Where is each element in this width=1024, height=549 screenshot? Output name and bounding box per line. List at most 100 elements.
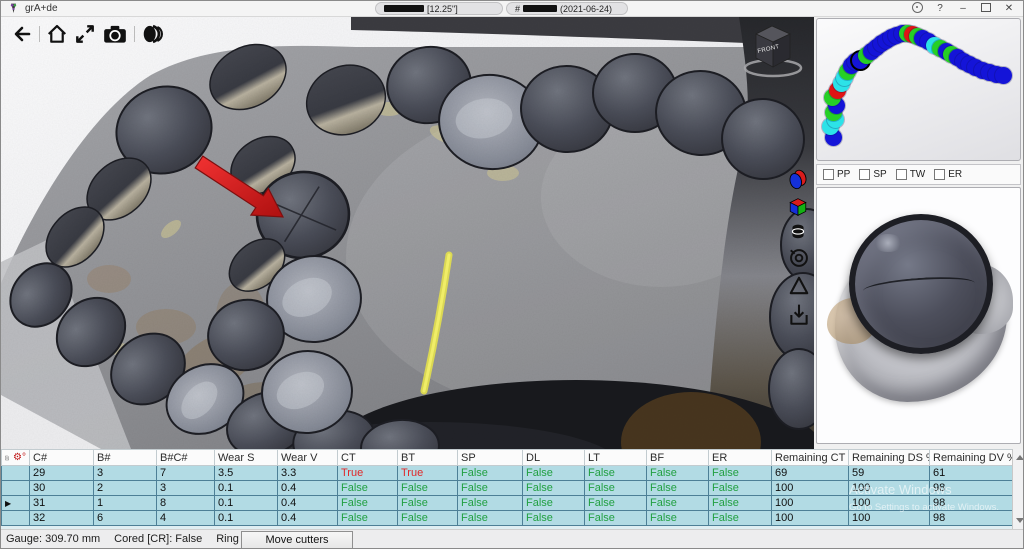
home-icon[interactable] (46, 23, 68, 45)
table-cell[interactable]: 0.1 (215, 481, 278, 496)
about-button[interactable] (911, 2, 923, 16)
table-cell[interactable]: 3 (94, 466, 157, 481)
table-cell[interactable]: 100 (849, 496, 930, 511)
table-cell[interactable]: 100 (849, 481, 930, 496)
table-cell[interactable]: False (647, 496, 709, 511)
row-marker[interactable] (2, 511, 30, 526)
table-cell[interactable]: False (458, 496, 523, 511)
document-tab-bit[interactable]: [12.25"] (375, 2, 503, 15)
report-icon[interactable] (5, 452, 9, 464)
table-cell[interactable]: 98 (930, 511, 1013, 526)
back-icon[interactable] (11, 24, 33, 44)
filter-checkbox-tw[interactable]: TW (896, 169, 926, 180)
colored-discs-icon[interactable] (788, 169, 808, 191)
column-header[interactable]: SP (458, 450, 523, 466)
table-cell[interactable]: False (398, 481, 458, 496)
scroll-up-icon[interactable] (1016, 455, 1024, 460)
table-cell[interactable]: False (709, 496, 772, 511)
column-header[interactable]: C# (30, 450, 94, 466)
column-header[interactable]: BF (647, 450, 709, 466)
close-button[interactable]: ✕ (1003, 3, 1015, 14)
table-cell[interactable]: False (458, 466, 523, 481)
table-cell[interactable]: 2 (94, 481, 157, 496)
table-cell[interactable]: 30 (30, 481, 94, 496)
cutter-table[interactable]: ⚙°C#B#B#C#Wear SWear VCTBTSPDLLTBFERRema… (1, 449, 1013, 526)
table-cell[interactable]: False (709, 511, 772, 526)
table-cell[interactable]: False (338, 511, 398, 526)
table-cell[interactable]: 100 (849, 511, 930, 526)
filter-checkbox-sp[interactable]: SP (859, 169, 886, 180)
profile-dot[interactable] (995, 67, 1012, 84)
target-circles-icon[interactable] (788, 247, 810, 269)
table-cell[interactable]: 0.4 (278, 511, 338, 526)
table-cell[interactable]: False (458, 511, 523, 526)
checkbox-box[interactable] (896, 169, 907, 180)
table-cell[interactable]: False (398, 496, 458, 511)
table-cell[interactable]: 3.5 (215, 466, 278, 481)
scroll-down-icon[interactable] (1016, 518, 1024, 523)
lens-icon[interactable] (141, 23, 165, 45)
filter-checkbox-er[interactable]: ER (934, 169, 962, 180)
column-header[interactable]: LT (585, 450, 647, 466)
table-row-selected[interactable]: ▶31180.10.4FalseFalseFalseFalseFalseFals… (2, 496, 1013, 511)
table-cell[interactable]: 3.3 (278, 466, 338, 481)
table-cell[interactable]: 3 (157, 481, 215, 496)
maximize-button[interactable] (980, 3, 992, 15)
table-cell[interactable]: False (647, 481, 709, 496)
table-scrollbar[interactable] (1012, 449, 1024, 529)
import-tray-icon[interactable] (788, 303, 810, 327)
column-header[interactable]: CT (338, 450, 398, 466)
row-marker[interactable] (2, 466, 30, 481)
help-button[interactable]: ? (934, 3, 946, 14)
column-header[interactable]: ER (709, 450, 772, 466)
table-cell[interactable]: False (647, 466, 709, 481)
table-cell[interactable]: 69 (772, 466, 849, 481)
table-cell[interactable]: 98 (930, 496, 1013, 511)
table-cell[interactable]: 4 (157, 511, 215, 526)
table-cell[interactable]: False (398, 511, 458, 526)
table-cell[interactable]: 32 (30, 511, 94, 526)
table-cell[interactable]: False (458, 481, 523, 496)
table-cell[interactable]: 98 (930, 481, 1013, 496)
table-cell[interactable]: False (338, 481, 398, 496)
table-cell[interactable]: False (523, 466, 585, 481)
table-cell[interactable]: 100 (772, 496, 849, 511)
table-cell[interactable]: False (585, 466, 647, 481)
triangle-icon[interactable] (788, 275, 810, 297)
column-header[interactable]: B#C# (157, 450, 215, 466)
column-header[interactable]: BT (398, 450, 458, 466)
minimize-button[interactable]: – (957, 3, 969, 14)
table-cell[interactable]: True (338, 466, 398, 481)
table-cell[interactable]: 1 (94, 496, 157, 511)
table-cell[interactable]: False (647, 511, 709, 526)
table-cell[interactable]: False (338, 496, 398, 511)
row-marker[interactable]: ▶ (2, 496, 30, 511)
fit-view-icon[interactable] (74, 23, 96, 45)
checkbox-box[interactable] (859, 169, 870, 180)
camera-icon[interactable] (102, 23, 128, 45)
table-cell[interactable]: 31 (30, 496, 94, 511)
checkbox-box[interactable] (934, 169, 945, 180)
column-header[interactable]: Remaining DV % (930, 450, 1013, 466)
table-cell[interactable]: 0.1 (215, 511, 278, 526)
document-tab-dull[interactable]: # (2021-06-24) (506, 2, 628, 15)
table-cell[interactable]: 100 (772, 511, 849, 526)
table-cell[interactable]: False (523, 511, 585, 526)
table-cell[interactable]: True (398, 466, 458, 481)
table-cell[interactable]: False (585, 496, 647, 511)
table-cell[interactable]: False (709, 466, 772, 481)
column-header[interactable]: Remaining CT % (772, 450, 849, 466)
table-cell[interactable]: False (709, 481, 772, 496)
table-row[interactable]: 29373.53.3TrueTrueFalseFalseFalseFalseFa… (2, 466, 1013, 481)
colored-cube-icon[interactable] (788, 197, 808, 217)
table-cell[interactable]: False (523, 481, 585, 496)
table-cell[interactable]: 59 (849, 466, 930, 481)
column-header[interactable]: Remaining DS % (849, 450, 930, 466)
table-cell[interactable]: False (585, 481, 647, 496)
table-cell[interactable]: 8 (157, 496, 215, 511)
column-header[interactable]: B# (94, 450, 157, 466)
table-cell[interactable]: False (585, 511, 647, 526)
cutter-3d-preview-panel[interactable] (816, 187, 1021, 444)
column-header[interactable]: Wear S (215, 450, 278, 466)
table-row[interactable]: 30230.10.4FalseFalseFalseFalseFalseFalse… (2, 481, 1013, 496)
